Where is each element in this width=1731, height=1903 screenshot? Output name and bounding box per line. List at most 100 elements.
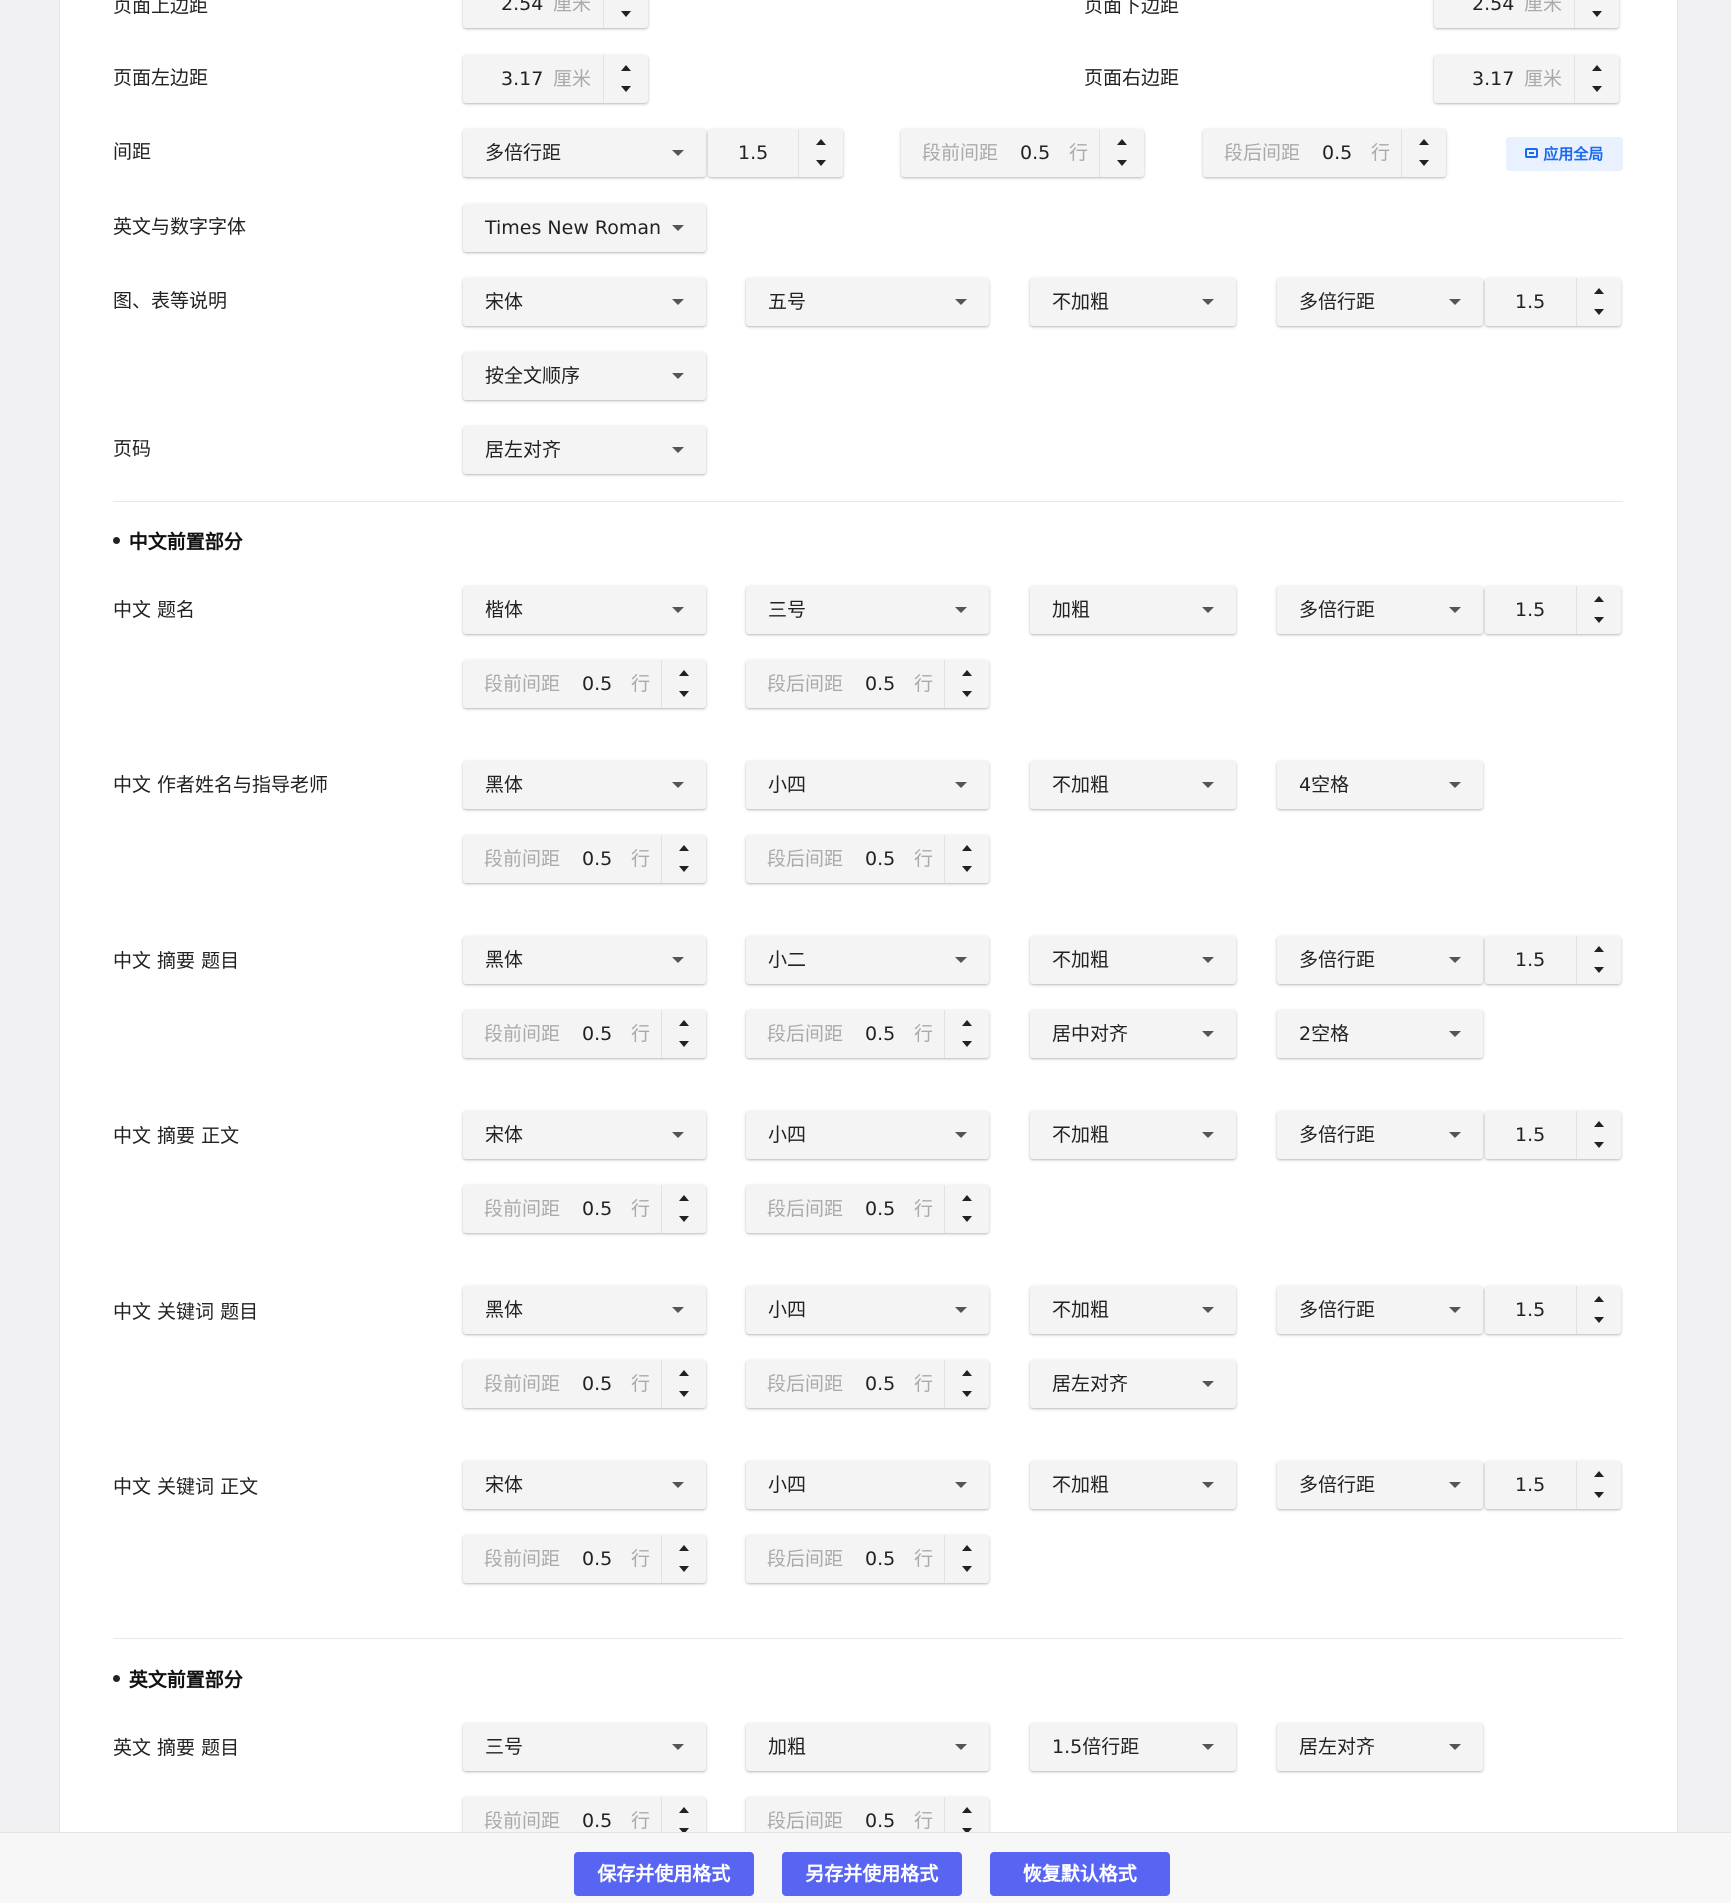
caption-font-select[interactable]: 宋体 [463,278,706,326]
zh-kw-title-before-input[interactable]: 段前间距 0.5 行 [463,1360,706,1408]
zh-abs-body-size-select[interactable]: 小四 [746,1111,989,1159]
chevron-down-icon [672,782,684,788]
zh-kw-body-before-input[interactable]: 段前间距 0.5 行 [463,1535,706,1583]
zh-kw-title-weight-select[interactable]: 不加粗 [1030,1286,1236,1334]
chevron-down-icon [1202,1031,1214,1037]
caption-size-select[interactable]: 五号 [746,278,989,326]
zh-abs-body-weight-select[interactable]: 不加粗 [1030,1111,1236,1159]
save-as-format-button[interactable]: 另存并使用格式 [782,1852,962,1896]
left-margin-stepper [603,55,648,103]
page-num-align-select[interactable]: 居左对齐 [463,426,706,474]
zh-abs-body-line-mode-select[interactable]: 多倍行距 [1277,1111,1483,1159]
chevron-down-icon [672,225,684,231]
right-margin-input[interactable]: 3.17 厘米 [1434,55,1619,103]
top-margin-input[interactable]: 2.54 厘米 [463,0,648,28]
chevron-down-icon [1202,1744,1214,1750]
zh-abs-title-font-select[interactable]: 黑体 [463,936,706,984]
zh-kw-title-line-value-input[interactable]: 1.5 [1485,1286,1621,1334]
zh-title-before-input[interactable]: 段前间距 0.5 行 [463,660,706,708]
zh-abs-title-line-mode-select[interactable]: 多倍行距 [1277,936,1483,984]
zh-kw-body-font-select[interactable]: 宋体 [463,1461,706,1509]
zh-kw-body-size-select[interactable]: 小四 [746,1461,989,1509]
chevron-down-icon [955,782,967,788]
zh-title-size-select[interactable]: 三号 [746,586,989,634]
caption-weight-select[interactable]: 不加粗 [1030,278,1236,326]
zh-kw-title-after-input[interactable]: 段后间距 0.5 行 [746,1360,989,1408]
chevron-down-icon [1202,1381,1214,1387]
chevron-down-icon [955,1482,967,1488]
zh-abs-title-size-select[interactable]: 小二 [746,936,989,984]
en-font-select[interactable]: Times New Roman [463,204,706,252]
spacing-line-mode-select[interactable]: 多倍行距 [463,129,706,177]
zh-title-line-value-input[interactable]: 1.5 [1485,586,1621,634]
chevron-down-icon [672,607,684,613]
chevron-down-icon [672,299,684,305]
bottom-margin-input[interactable]: 2.54 厘米 [1434,0,1619,28]
en-abs-title-weight-select[interactable]: 加粗 [746,1723,989,1771]
spacing-line-stepper [798,129,843,177]
bottom-margin-stepper [1574,0,1619,28]
chevron-down-icon [1449,957,1461,963]
zh-kw-title-line-mode-select[interactable]: 多倍行距 [1277,1286,1483,1334]
zh-title-line-mode-select[interactable]: 多倍行距 [1277,586,1483,634]
zh-kw-body-after-input[interactable]: 段后间距 0.5 行 [746,1535,989,1583]
zh-author-size-select[interactable]: 小四 [746,761,989,809]
zh-abs-title-align-select[interactable]: 居中对齐 [1030,1010,1236,1058]
save-format-button[interactable]: 保存并使用格式 [574,1852,754,1896]
spacing-after-stepper [1401,129,1446,177]
zh-abs-body-before-input[interactable]: 段前间距 0.5 行 [463,1185,706,1233]
chevron-down-icon [1449,1132,1461,1138]
zh-abs-body-font-select[interactable]: 宋体 [463,1111,706,1159]
zh-abs-title-label: 中文 摘要 题目 [113,950,240,972]
chevron-down-icon [672,1307,684,1313]
zh-author-indent-select[interactable]: 4空格 [1277,761,1483,809]
zh-abs-title-indent-select[interactable]: 2空格 [1277,1010,1483,1058]
caption-line-mode-select[interactable]: 多倍行距 [1277,278,1483,326]
zh-kw-body-label: 中文 关键词 正文 [113,1476,259,1498]
spacing-before-input[interactable]: 段前间距 0.5 行 [901,129,1144,177]
zh-kw-title-size-select[interactable]: 小四 [746,1286,989,1334]
spacing-after-input[interactable]: 段后间距 0.5 行 [1203,129,1446,177]
chevron-down-icon [672,1744,684,1750]
zh-abs-body-after-input[interactable]: 段后间距 0.5 行 [746,1185,989,1233]
zh-kw-title-align-select[interactable]: 居左对齐 [1030,1360,1236,1408]
zh-author-before-input[interactable]: 段前间距 0.5 行 [463,835,706,883]
zh-author-font-select[interactable]: 黑体 [463,761,706,809]
zh-title-font-select[interactable]: 楷体 [463,586,706,634]
left-margin-input[interactable]: 3.17 厘米 [463,55,648,103]
chevron-down-icon [955,299,967,305]
zh-abs-title-weight-select[interactable]: 不加粗 [1030,936,1236,984]
zh-kw-body-line-mode-select[interactable]: 多倍行距 [1277,1461,1483,1509]
zh-abs-title-line-value-input[interactable]: 1.5 [1485,936,1621,984]
chevron-down-icon [1449,1744,1461,1750]
en-abs-title-align-select[interactable]: 居左对齐 [1277,1723,1483,1771]
zh-author-weight-select[interactable]: 不加粗 [1030,761,1236,809]
zh-kw-body-line-value-input[interactable]: 1.5 [1485,1461,1621,1509]
chevron-down-icon [955,1132,967,1138]
zh-author-after-input[interactable]: 段后间距 0.5 行 [746,835,989,883]
left-margin-label: 页面左边距 [113,67,209,89]
zh-abs-title-after-input[interactable]: 段后间距 0.5 行 [746,1010,989,1058]
en-font-label: 英文与数字字体 [113,216,247,238]
caption-order-select[interactable]: 按全文顺序 [463,352,706,400]
zh-kw-title-font-select[interactable]: 黑体 [463,1286,706,1334]
caption-line-value-input[interactable]: 1.5 [1485,278,1621,326]
en-abs-title-size-select[interactable]: 三号 [463,1723,706,1771]
zh-abs-body-line-value-input[interactable]: 1.5 [1485,1111,1621,1159]
en-abs-title-line-mode-select[interactable]: 1.5倍行距 [1030,1723,1236,1771]
reset-format-button[interactable]: 恢复默认格式 [990,1852,1170,1896]
chevron-down-icon [1202,782,1214,788]
right-margin-stepper [1574,55,1619,103]
zh-title-weight-select[interactable]: 加粗 [1030,586,1236,634]
bottom-margin-label: 页面下边距 [1084,0,1180,17]
chevron-down-icon [672,957,684,963]
apply-global-button[interactable]: 应用全局 [1506,137,1623,171]
zh-title-after-input[interactable]: 段后间距 0.5 行 [746,660,989,708]
chevron-down-icon [672,1132,684,1138]
zh-abs-title-before-input[interactable]: 段前间距 0.5 行 [463,1010,706,1058]
top-margin-label: 页面上边距 [113,0,209,17]
zh-kw-body-weight-select[interactable]: 不加粗 [1030,1461,1236,1509]
caption-label: 图、表等说明 [113,290,228,312]
chevron-down-icon [672,150,684,156]
spacing-line-value-input[interactable]: 1.5 [708,129,843,177]
